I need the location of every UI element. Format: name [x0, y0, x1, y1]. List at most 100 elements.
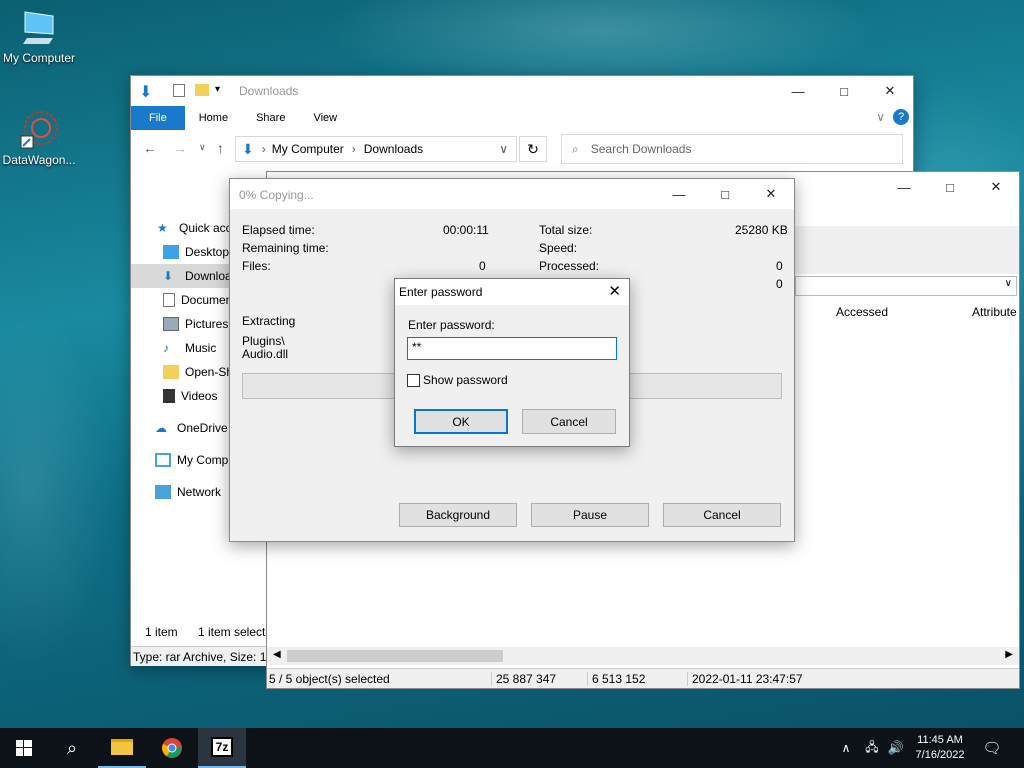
horizontal-scrollbar[interactable]: ◀ ▶ — [267, 647, 1019, 665]
total-size-label: Total size: — [539, 223, 593, 237]
breadcrumb-item[interactable]: Downloads — [364, 142, 423, 156]
address-dropdown-icon[interactable]: ∨ — [499, 142, 508, 156]
search-input[interactable]: ⌕ Search Downloads — [561, 134, 903, 164]
breadcrumb-item[interactable]: My Computer — [272, 142, 344, 156]
monitor-icon — [21, 8, 57, 48]
desktop-icon — [163, 245, 179, 259]
maximize-button[interactable]: □ — [927, 172, 973, 202]
show-hidden-icons[interactable]: ∧ — [836, 728, 856, 768]
up-arrow-icon[interactable]: ↑ — [217, 140, 224, 156]
address-row: ← → ∨ ↑ ⬇ › My Computer › Downloads ∨ ↻ … — [131, 134, 913, 164]
type-status-bar: Type: rar Archive, Size: 13... — [131, 646, 271, 666]
tab-home[interactable]: Home — [185, 106, 242, 130]
action-label: Extracting — [242, 314, 296, 328]
minimize-button[interactable]: — — [775, 76, 821, 106]
taskbar-chrome[interactable] — [148, 728, 196, 768]
nav-label: Downloa — [185, 269, 232, 283]
show-password-checkbox[interactable]: Show password — [407, 373, 508, 387]
files-label: Files: — [242, 259, 271, 273]
minimize-button[interactable]: — — [881, 172, 927, 202]
chevron-up-icon: ∧ — [841, 741, 851, 755]
music-note-icon: ♪ — [163, 341, 169, 355]
scrollbar-thumb[interactable] — [287, 650, 503, 662]
tab-file[interactable]: File — [131, 106, 185, 130]
forward-arrow-icon[interactable]: → — [173, 140, 187, 156]
status-packed: 6 513 152 — [587, 672, 645, 686]
remaining-label: Remaining time: — [242, 241, 329, 255]
password-field[interactable]: ** — [407, 337, 617, 360]
window-title: Downloads — [239, 84, 299, 98]
search-placeholder: Search Downloads — [590, 142, 692, 156]
search-icon: ⌕ — [572, 141, 579, 156]
folder-icon — [163, 365, 179, 379]
nav-label: Desktop — [185, 245, 230, 259]
scroll-right-icon[interactable]: ▶ — [1005, 649, 1013, 660]
dialog-title: Enter password — [399, 285, 483, 299]
start-button[interactable] — [0, 728, 48, 768]
network-status[interactable]: 🖧 — [860, 728, 884, 768]
folder-icon[interactable] — [195, 84, 209, 96]
scroll-left-icon[interactable]: ◀ — [273, 649, 281, 660]
processed-label: Processed: — [539, 259, 600, 273]
network-icon — [155, 485, 171, 499]
type-info: Type: rar Archive, Size: 13... — [133, 650, 271, 664]
path-dropdown-icon[interactable]: ∨ — [1005, 278, 1012, 289]
recent-dropdown-icon[interactable]: ∨ — [199, 142, 206, 153]
checkbox-icon[interactable] — [173, 84, 185, 97]
volume-control[interactable]: 🔊 — [884, 728, 908, 768]
ok-button[interactable]: OK — [414, 409, 508, 434]
speaker-icon: 🔊 — [887, 740, 905, 755]
maximize-button[interactable]: □ — [821, 76, 867, 106]
nav-label: Music — [185, 341, 217, 355]
files-value: 0 — [479, 259, 486, 273]
status-size: 25 887 347 — [491, 672, 556, 686]
maximize-button[interactable]: □ — [702, 179, 748, 209]
desktop-icon-label: My Computer — [2, 51, 76, 65]
desktop-icon-my-computer[interactable]: My Computer — [0, 8, 81, 65]
background-button[interactable]: Background — [399, 503, 517, 527]
address-bar[interactable]: ⬇ › My Computer › Downloads ∨ — [235, 136, 517, 162]
windows-icon — [16, 740, 32, 756]
7zip-icon: 7z — [210, 737, 234, 757]
desktop-icon-datawagon[interactable]: DataWagon... — [0, 108, 81, 167]
checkbox-box[interactable] — [407, 373, 420, 387]
nav-label: Open-Sh — [185, 365, 234, 379]
cancel-button[interactable]: Cancel — [522, 409, 616, 434]
close-icon[interactable]: ✕ — [608, 282, 621, 300]
clock[interactable]: 11:45 AM 7/16/2022 — [910, 728, 970, 768]
column-header-attributes[interactable]: Attribute — [972, 305, 1017, 319]
nav-label: My Comp — [177, 453, 229, 467]
taskbar-file-explorer[interactable] — [98, 728, 146, 768]
tab-share[interactable]: Share — [242, 106, 299, 130]
ribbon-expand-icon[interactable]: ∨ — [876, 110, 885, 124]
search-button[interactable]: ⌕ — [48, 728, 96, 768]
help-icon[interactable]: ? — [893, 109, 909, 125]
password-dialog: Enter password ✕ Enter password: ** Show… — [394, 278, 630, 447]
path-bar[interactable]: ∨ — [795, 276, 1017, 296]
status-selected: 5 / 5 object(s) selected — [269, 672, 390, 686]
pause-button[interactable]: Pause — [531, 503, 649, 527]
cancel-button[interactable]: Cancel — [663, 503, 781, 527]
breadcrumb-separator-icon: › — [261, 142, 266, 156]
close-button[interactable]: ✕ — [748, 179, 794, 209]
taskbar-7zip[interactable]: 7z — [198, 728, 246, 768]
search-icon: ⌕ — [66, 737, 78, 758]
elapsed-value: 00:00:11 — [443, 223, 489, 237]
nav-label: Documen — [181, 293, 233, 307]
back-arrow-icon[interactable]: ← — [143, 140, 157, 156]
close-button[interactable]: ✕ — [973, 172, 1019, 202]
breadcrumb-separator-icon: › — [351, 142, 356, 156]
minimize-button[interactable]: — — [656, 179, 702, 209]
quick-access-dropdown-icon[interactable]: ▾ — [215, 84, 220, 95]
cloud-icon: ☁ — [155, 421, 167, 435]
tab-view[interactable]: View — [299, 106, 351, 130]
password-value: ** — [412, 340, 422, 354]
close-button[interactable]: ✕ — [867, 76, 913, 106]
column-header-accessed[interactable]: Accessed — [836, 305, 888, 319]
current-file: Audio.dll — [242, 347, 289, 361]
elapsed-label: Elapsed time: — [242, 223, 315, 237]
nav-label: OneDrive — [177, 421, 228, 435]
processed-value: 0 — [776, 259, 783, 273]
action-center-button[interactable]: 🗨 — [976, 728, 1008, 768]
refresh-button[interactable]: ↻ — [519, 136, 547, 162]
